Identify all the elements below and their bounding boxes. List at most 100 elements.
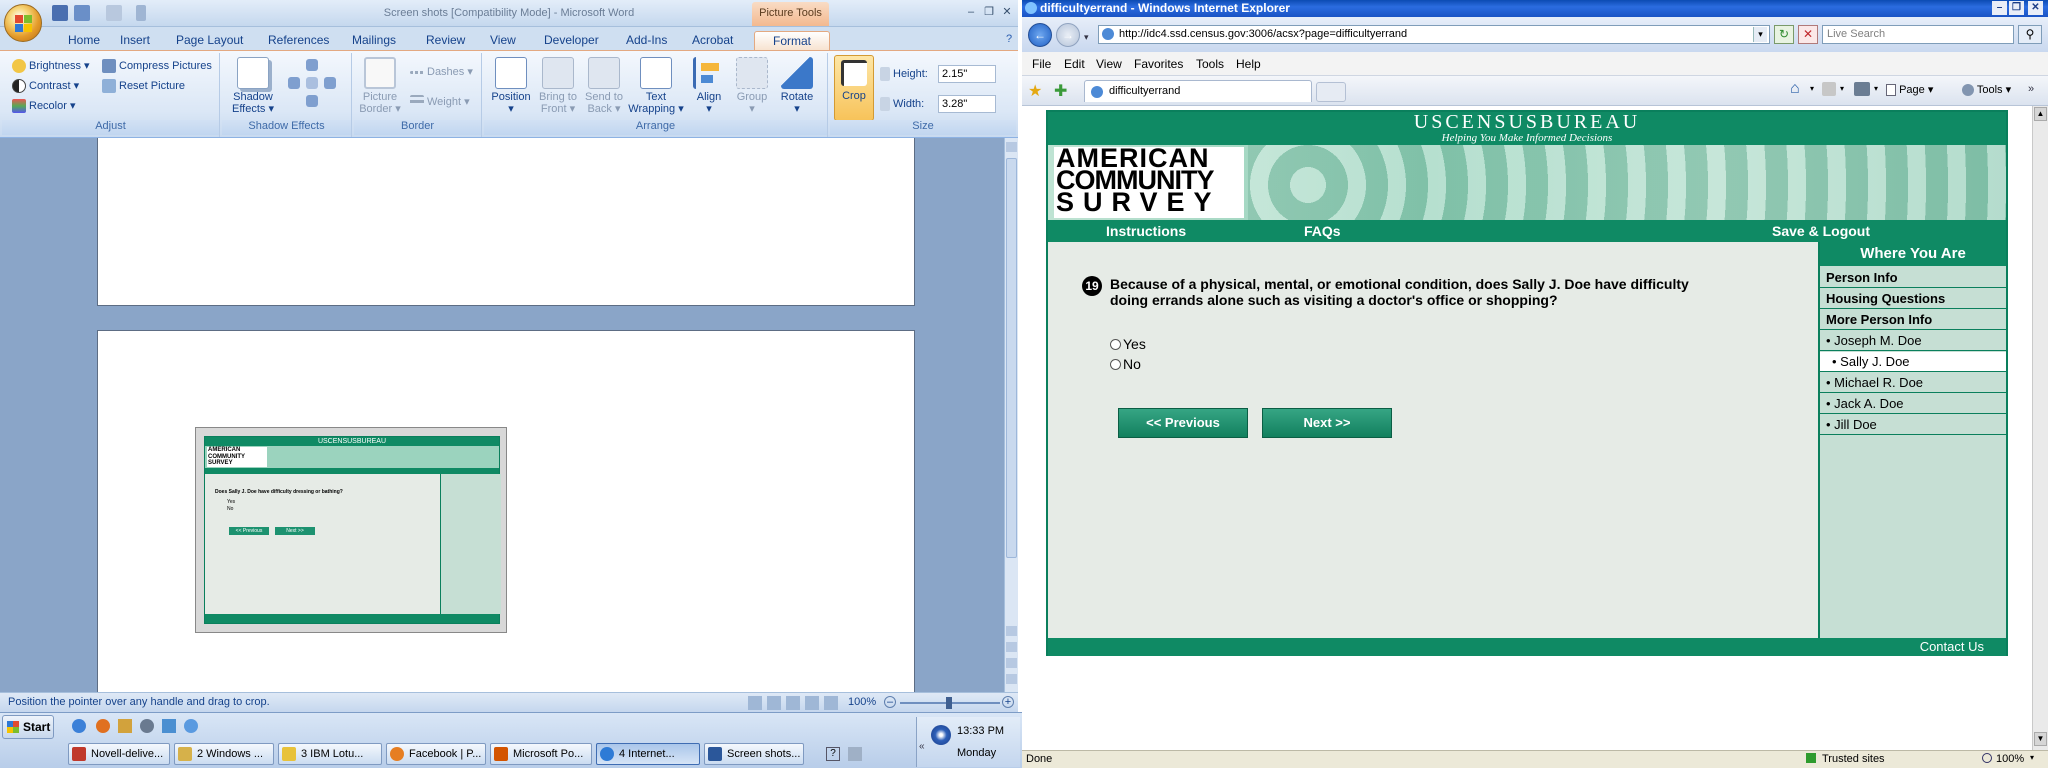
new-tab-button[interactable] <box>1316 82 1346 102</box>
menu-edit[interactable]: Edit <box>1064 57 1085 71</box>
text-wrapping-button[interactable]: Text Wrapping ▾ <box>628 57 684 115</box>
taskbar-button-powerpoint[interactable]: Microsoft Po... <box>490 743 592 765</box>
clock-time[interactable]: 13:33 PM <box>957 725 1004 737</box>
compress-pictures-button[interactable]: Compress Pictures <box>102 59 212 73</box>
nudge-left-icon[interactable] <box>288 77 300 89</box>
next-page-icon[interactable] <box>1006 674 1017 684</box>
address-dropdown-icon[interactable]: ▾ <box>1753 27 1767 42</box>
zoom-in-icon[interactable]: + <box>1002 696 1014 708</box>
quicklaunch-media-icon[interactable] <box>140 719 154 733</box>
show-hidden-icons[interactable]: « <box>919 741 925 752</box>
tab-acrobat[interactable]: Acrobat <box>684 31 741 50</box>
ie-minimize-icon[interactable]: – <box>1992 1 2007 15</box>
tab-insert[interactable]: Insert <box>112 31 158 50</box>
quicklaunch-messenger-icon[interactable] <box>184 719 198 733</box>
menu-help[interactable]: Help <box>1236 57 1261 71</box>
menu-tools[interactable]: Tools <box>1196 57 1224 71</box>
ie-close-icon[interactable]: ✕ <box>2028 1 2043 15</box>
reset-picture-button[interactable]: Reset Picture <box>102 79 185 93</box>
option-yes[interactable]: Yes <box>1110 336 1146 352</box>
menu-view[interactable]: View <box>1096 57 1122 71</box>
help-icon[interactable]: ? <box>1000 31 1018 47</box>
tray-pen-icon[interactable] <box>848 747 862 761</box>
brightness-button[interactable]: Brightness ▾ <box>12 59 90 74</box>
refresh-icon[interactable]: ↻ <box>1774 25 1794 44</box>
height-spinner[interactable]: 2.15" <box>938 65 996 83</box>
stop-icon[interactable]: ✕ <box>1798 25 1818 44</box>
zoom-level[interactable]: 100% <box>848 696 876 708</box>
align-button[interactable]: Align ▾ <box>690 57 728 115</box>
browser-tab-active[interactable]: difficultyerrand <box>1084 80 1312 102</box>
quicklaunch-firefox-icon[interactable] <box>96 719 110 733</box>
previous-page-icon[interactable] <box>1006 642 1017 652</box>
address-bar[interactable]: http://idc4.ssd.census.gov:3006/acsx?pag… <box>1098 25 1770 44</box>
sidebar-person-sally-selected[interactable]: • Sally J. Doe <box>1820 352 2006 372</box>
history-dropdown-icon[interactable]: ▾ <box>1084 32 1089 43</box>
recolor-button[interactable]: Recolor ▾ <box>12 99 75 114</box>
document-page-2[interactable]: USCENSUSBUREAU AMERICAN COMMUNITY SURVEY… <box>97 330 915 692</box>
page-menu[interactable]: Page ▾ <box>1886 83 1933 97</box>
crop-button[interactable]: Crop <box>834 55 874 121</box>
tab-mailings[interactable]: Mailings <box>344 31 404 50</box>
nudge-right-icon[interactable] <box>324 77 336 89</box>
taskbar-button-internet-explorer[interactable]: 4 Internet... <box>596 743 700 765</box>
sidebar-item-more-person-info[interactable]: More Person Info <box>1820 310 2006 330</box>
tools-menu[interactable]: Tools ▾ <box>1962 83 2011 97</box>
tab-add-ins[interactable]: Add-Ins <box>618 31 675 50</box>
send-to-back-button[interactable]: Send to Back ▾ <box>582 57 626 115</box>
rotate-button[interactable]: Rotate ▾ <box>776 57 818 115</box>
restore-icon[interactable]: ❐ <box>980 4 998 20</box>
taskbar-button-facebook[interactable]: Facebook | P... <box>386 743 486 765</box>
close-icon[interactable]: ✕ <box>998 4 1016 20</box>
scroll-thumb[interactable] <box>1006 158 1017 558</box>
search-input[interactable]: Live Search <box>1822 25 2014 44</box>
tab-format[interactable]: Format <box>754 31 830 50</box>
shadow-effects-button[interactable]: Shadow Effects ▾ <box>230 57 276 115</box>
feeds-icon[interactable] <box>1822 82 1836 96</box>
scroll-down-icon[interactable]: ▼ <box>2034 732 2047 746</box>
document-page-1[interactable] <box>97 138 915 306</box>
office-button[interactable] <box>4 4 42 42</box>
radio-no[interactable] <box>1110 359 1121 370</box>
contrast-button[interactable]: Contrast ▾ <box>12 79 79 94</box>
print-icon[interactable] <box>1854 82 1870 96</box>
home-dropdown-icon[interactable]: ▾ <box>1810 84 1814 93</box>
shadow-toggle-icon[interactable] <box>306 77 318 89</box>
print-dropdown-icon[interactable]: ▾ <box>1874 84 1878 93</box>
position-button[interactable]: Position ▾ <box>490 57 532 115</box>
help-tray-icon[interactable]: ? <box>826 747 840 761</box>
quicklaunch-folder-icon[interactable] <box>118 719 132 733</box>
back-button-icon[interactable]: ← <box>1028 23 1052 47</box>
radio-yes[interactable] <box>1110 339 1121 350</box>
sidebar-person-jill[interactable]: • Jill Doe <box>1820 415 2006 435</box>
status-zoom[interactable]: 100% <box>1996 753 2024 765</box>
menu-favorites[interactable]: Favorites <box>1134 57 1183 71</box>
bring-to-front-button[interactable]: Bring to Front ▾ <box>536 57 580 115</box>
sidebar-person-joseph[interactable]: • Joseph M. Doe <box>1820 331 2006 351</box>
width-spinner[interactable]: 3.28" <box>938 95 996 113</box>
network-status-icon[interactable] <box>931 725 951 745</box>
nav-instructions-link[interactable]: Instructions <box>1106 223 1186 239</box>
ie-scrollbar[interactable]: ▲ ▼ <box>2032 106 2048 750</box>
forward-button-icon[interactable]: → <box>1056 23 1080 47</box>
tab-view[interactable]: View <box>482 31 524 50</box>
sidebar-item-person-info[interactable]: Person Info <box>1820 268 2006 288</box>
quicklaunch-app-icon[interactable] <box>162 719 176 733</box>
taskbar-button-windows[interactable]: 2 Windows ... <box>174 743 274 765</box>
quicklaunch-ie-icon[interactable] <box>72 719 86 733</box>
tab-references[interactable]: References <box>260 31 337 50</box>
minimize-icon[interactable]: – <box>962 4 980 20</box>
group-button[interactable]: Group ▾ <box>732 57 772 115</box>
search-icon[interactable]: ⚲ <box>2018 25 2042 44</box>
nudge-up-icon[interactable] <box>306 59 318 71</box>
nav-save-logout-link[interactable]: Save & Logout <box>1772 223 1870 239</box>
option-no[interactable]: No <box>1110 356 1141 372</box>
ie-restore-icon[interactable]: ❐ <box>2009 1 2024 15</box>
next-button[interactable]: Next >> <box>1262 408 1392 438</box>
start-button[interactable]: Start <box>2 715 54 739</box>
ruler-toggle-icon[interactable] <box>1006 142 1017 152</box>
picture-border-button[interactable]: Picture Border ▾ <box>358 57 402 115</box>
menu-file[interactable]: File <box>1032 57 1051 71</box>
status-zone[interactable]: Trusted sites <box>1822 753 1885 765</box>
favorites-star-icon[interactable]: ★ <box>1028 81 1042 101</box>
